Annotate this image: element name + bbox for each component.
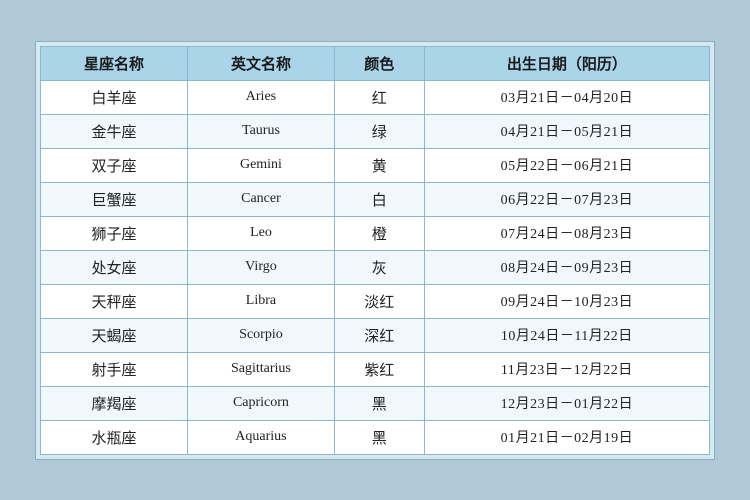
table-row: 天蝎座Scorpio深红10月24日－11月22日	[41, 318, 710, 352]
cell-r3-c2: 白	[334, 182, 424, 216]
cell-r4-c1: Leo	[187, 216, 334, 250]
table-row: 巨蟹座Cancer白06月22日－07月23日	[41, 182, 710, 216]
cell-r2-c1: Gemini	[187, 148, 334, 182]
cell-r2-c3: 05月22日－06月21日	[424, 148, 709, 182]
cell-r10-c0: 水瓶座	[41, 420, 188, 454]
cell-r9-c3: 12月23日－01月22日	[424, 386, 709, 420]
cell-r7-c3: 10月24日－11月22日	[424, 318, 709, 352]
header-col-1: 英文名称	[187, 46, 334, 80]
cell-r7-c2: 深红	[334, 318, 424, 352]
cell-r6-c3: 09月24日－10月23日	[424, 284, 709, 318]
cell-r10-c2: 黑	[334, 420, 424, 454]
cell-r6-c0: 天秤座	[41, 284, 188, 318]
cell-r9-c0: 摩羯座	[41, 386, 188, 420]
zodiac-table-container: 星座名称英文名称颜色出生日期（阳历） 白羊座Aries红03月21日－04月20…	[35, 41, 715, 460]
cell-r5-c3: 08月24日－09月23日	[424, 250, 709, 284]
cell-r0-c3: 03月21日－04月20日	[424, 80, 709, 114]
table-row: 金牛座Taurus绿04月21日－05月21日	[41, 114, 710, 148]
cell-r1-c3: 04月21日－05月21日	[424, 114, 709, 148]
cell-r5-c1: Virgo	[187, 250, 334, 284]
cell-r1-c0: 金牛座	[41, 114, 188, 148]
cell-r5-c0: 处女座	[41, 250, 188, 284]
zodiac-table: 星座名称英文名称颜色出生日期（阳历） 白羊座Aries红03月21日－04月20…	[40, 46, 710, 455]
table-row: 摩羯座Capricorn黑12月23日－01月22日	[41, 386, 710, 420]
cell-r6-c2: 淡红	[334, 284, 424, 318]
header-col-0: 星座名称	[41, 46, 188, 80]
cell-r4-c3: 07月24日－08月23日	[424, 216, 709, 250]
cell-r8-c2: 紫红	[334, 352, 424, 386]
table-row: 射手座Sagittarius紫红11月23日－12月22日	[41, 352, 710, 386]
table-row: 狮子座Leo橙07月24日－08月23日	[41, 216, 710, 250]
cell-r9-c1: Capricorn	[187, 386, 334, 420]
cell-r6-c1: Libra	[187, 284, 334, 318]
cell-r8-c3: 11月23日－12月22日	[424, 352, 709, 386]
header-col-2: 颜色	[334, 46, 424, 80]
cell-r4-c0: 狮子座	[41, 216, 188, 250]
cell-r9-c2: 黑	[334, 386, 424, 420]
table-row: 天秤座Libra淡红09月24日－10月23日	[41, 284, 710, 318]
cell-r3-c3: 06月22日－07月23日	[424, 182, 709, 216]
table-row: 处女座Virgo灰08月24日－09月23日	[41, 250, 710, 284]
cell-r4-c2: 橙	[334, 216, 424, 250]
cell-r0-c1: Aries	[187, 80, 334, 114]
cell-r8-c1: Sagittarius	[187, 352, 334, 386]
table-row: 双子座Gemini黄05月22日－06月21日	[41, 148, 710, 182]
table-row: 白羊座Aries红03月21日－04月20日	[41, 80, 710, 114]
header-col-3: 出生日期（阳历）	[424, 46, 709, 80]
cell-r1-c1: Taurus	[187, 114, 334, 148]
cell-r10-c1: Aquarius	[187, 420, 334, 454]
cell-r7-c1: Scorpio	[187, 318, 334, 352]
cell-r3-c1: Cancer	[187, 182, 334, 216]
table-header-row: 星座名称英文名称颜色出生日期（阳历）	[41, 46, 710, 80]
cell-r8-c0: 射手座	[41, 352, 188, 386]
cell-r1-c2: 绿	[334, 114, 424, 148]
cell-r0-c0: 白羊座	[41, 80, 188, 114]
table-row: 水瓶座Aquarius黑01月21日－02月19日	[41, 420, 710, 454]
cell-r0-c2: 红	[334, 80, 424, 114]
cell-r7-c0: 天蝎座	[41, 318, 188, 352]
cell-r10-c3: 01月21日－02月19日	[424, 420, 709, 454]
cell-r5-c2: 灰	[334, 250, 424, 284]
cell-r2-c0: 双子座	[41, 148, 188, 182]
cell-r3-c0: 巨蟹座	[41, 182, 188, 216]
cell-r2-c2: 黄	[334, 148, 424, 182]
